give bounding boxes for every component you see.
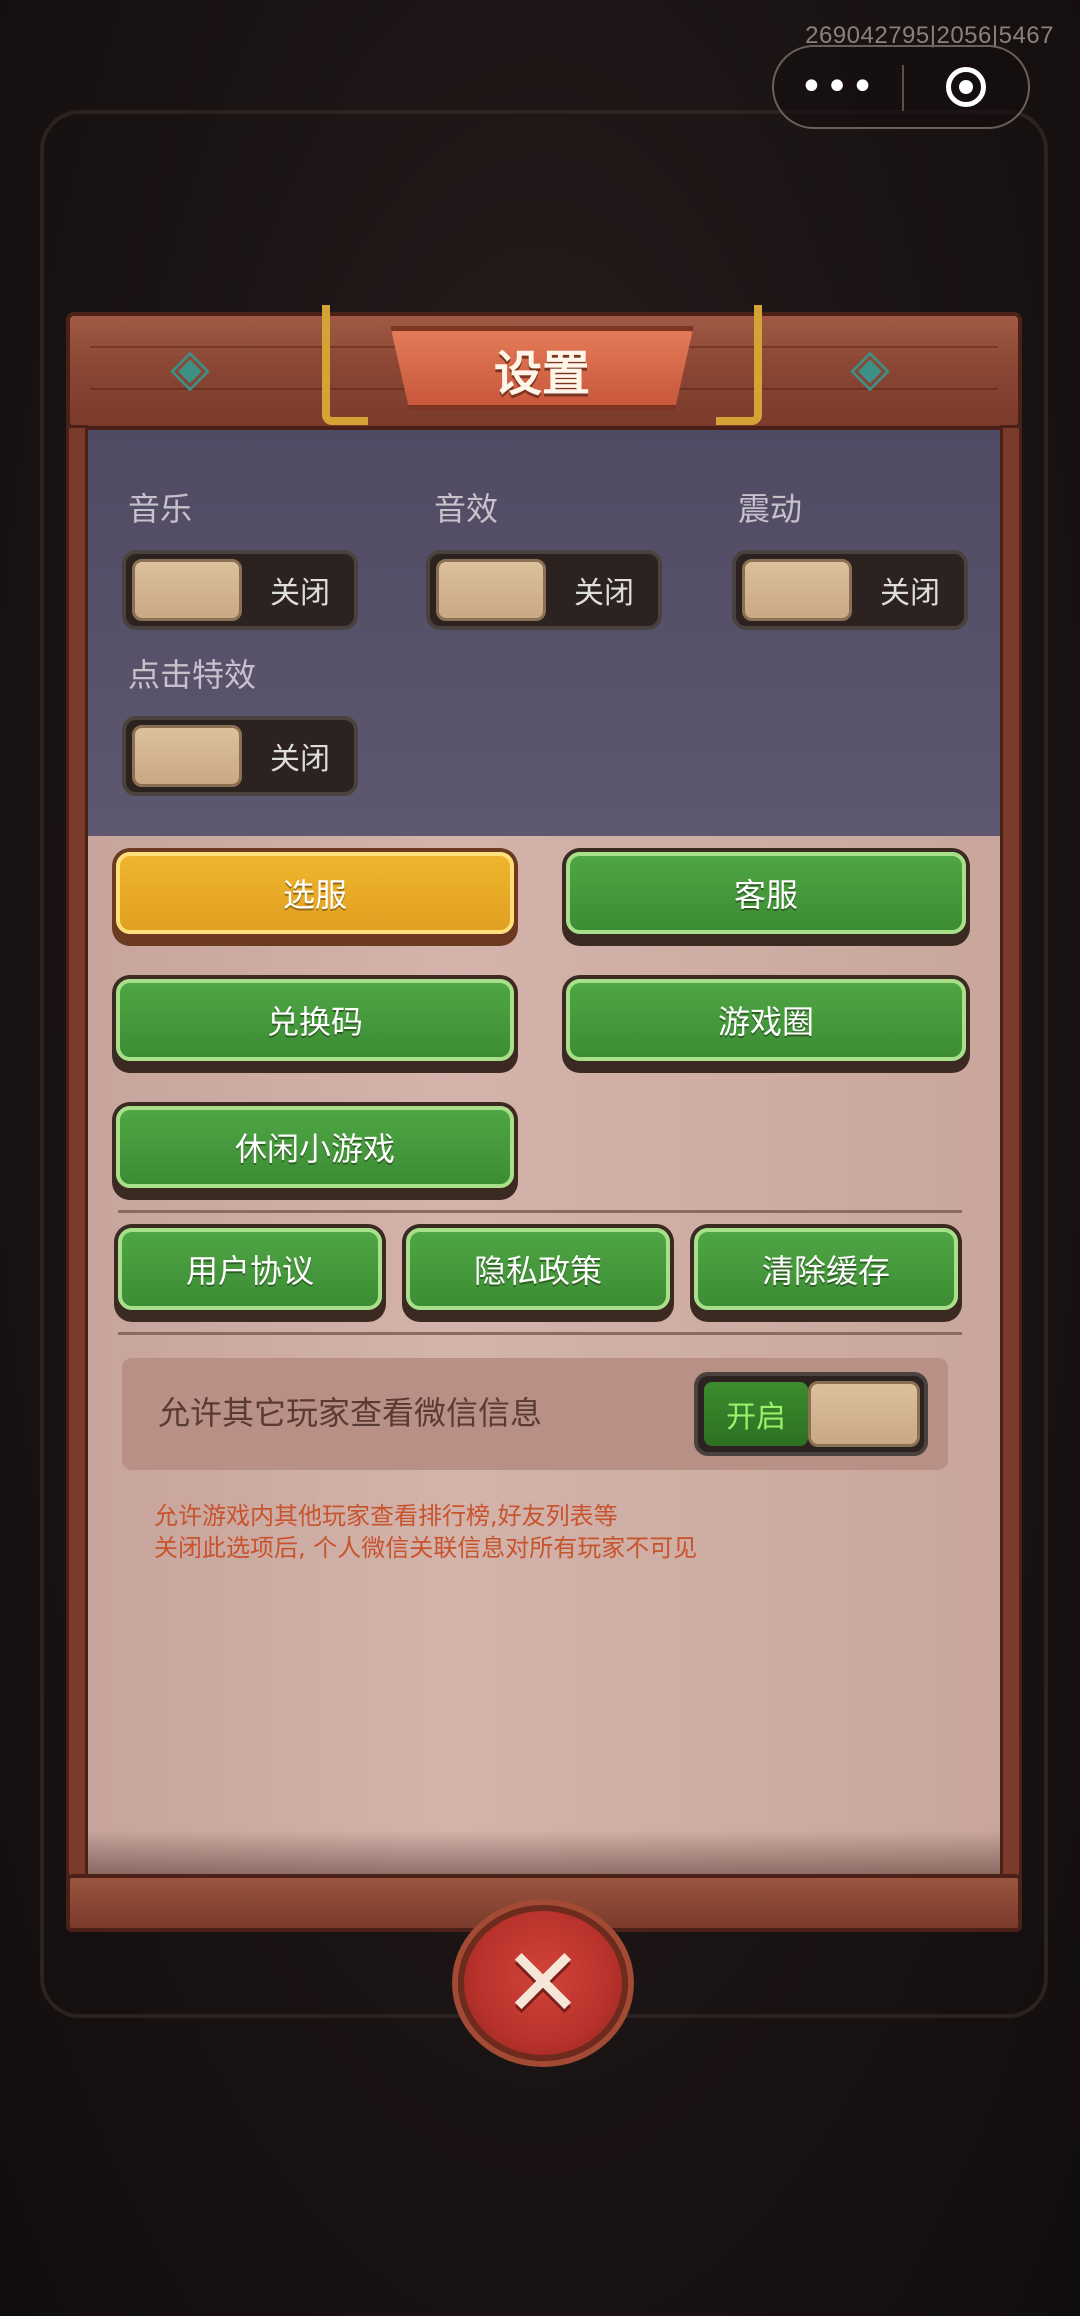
select-server-button[interactable]: 选服: [116, 852, 514, 934]
wechat-info-permission-label: 允许其它玩家查看微信信息: [158, 1394, 543, 1432]
sfx-toggle[interactable]: 关闭: [426, 550, 662, 630]
toggle-state: 关闭: [574, 576, 634, 611]
toggle-knob: [808, 1381, 920, 1447]
fish-emblem-icon: ◈: [850, 338, 890, 398]
vibration-toggle[interactable]: 关闭: [732, 550, 968, 630]
toggle-knob: [436, 559, 546, 621]
setting-label-vibration: 震动: [738, 490, 803, 528]
clear-cache-button[interactable]: 清除缓存: [694, 1228, 958, 1310]
divider: [118, 1210, 962, 1213]
close-button[interactable]: ✕: [458, 1905, 628, 2061]
wechat-info-permission-toggle[interactable]: 开启: [694, 1372, 928, 1456]
game-circle-button[interactable]: 游戏圈: [566, 979, 966, 1061]
close-icon: ✕: [502, 1927, 584, 2039]
customer-service-button[interactable]: 客服: [566, 852, 966, 934]
toggle-state: 关闭: [880, 576, 940, 611]
title-bracket-left: [322, 305, 368, 425]
toggle-knob: [742, 559, 852, 621]
toggle-knob: [132, 725, 242, 787]
permission-description: 允许游戏内其他玩家查看排行榜,好友列表等: [154, 1502, 618, 1530]
casual-games-button[interactable]: 休闲小游戏: [116, 1106, 514, 1188]
toggle-state: 开启: [704, 1382, 808, 1446]
fish-emblem-icon: ◈: [170, 338, 210, 398]
panel-side-left: [66, 425, 88, 1885]
title-bracket-right: [716, 305, 762, 425]
divider: [118, 1332, 962, 1335]
panel-side-right: [1000, 425, 1022, 1885]
permission-description: 关闭此选项后, 个人微信关联信息对所有玩家不可见: [154, 1534, 698, 1562]
user-agreement-button[interactable]: 用户协议: [118, 1228, 382, 1310]
page-title: 设置: [493, 346, 590, 402]
capsule-divider: [902, 65, 904, 111]
privacy-policy-button[interactable]: 隐私政策: [406, 1228, 670, 1310]
setting-label-click-effect: 点击特效: [128, 656, 257, 694]
music-toggle[interactable]: 关闭: [122, 550, 358, 630]
more-menu-button[interactable]: •••: [774, 47, 902, 127]
click-effect-toggle[interactable]: 关闭: [122, 716, 358, 796]
mini-program-capsule: •••: [772, 45, 1030, 129]
toggle-state: 关闭: [270, 576, 330, 611]
toggle-state: 关闭: [270, 742, 330, 777]
toggle-knob: [132, 559, 242, 621]
redeem-code-button[interactable]: 兑换码: [116, 979, 514, 1061]
setting-label-music: 音乐: [128, 490, 193, 528]
close-mini-program-icon[interactable]: [946, 67, 986, 107]
setting-label-sfx: 音效: [434, 490, 499, 528]
